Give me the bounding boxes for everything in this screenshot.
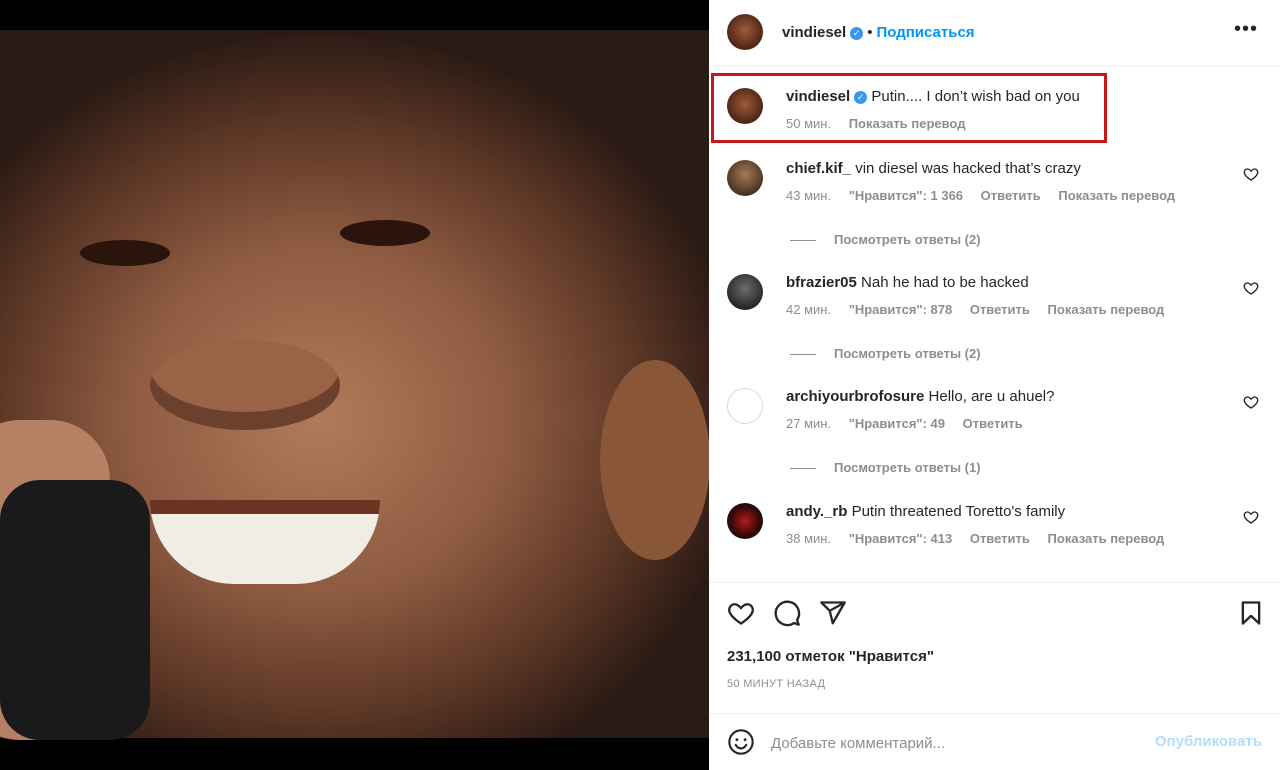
reply-button[interactable]: Ответить: [981, 188, 1041, 203]
comment-time[interactable]: 38 мин.: [786, 531, 831, 546]
comment-likes[interactable]: "Нравится": 49: [849, 416, 945, 431]
comments-list[interactable]: vindiesel ✓ Putin.... I don’t wish bad on…: [709, 67, 1280, 583]
comment-username[interactable]: andy._rb: [786, 503, 847, 520]
view-replies-button[interactable]: Посмотреть ответы (1): [790, 460, 981, 475]
comment-line: andy._rb Putin threatened Toretto's fami…: [786, 503, 1065, 520]
post-header: vindiesel ✓ • Подписаться •••: [709, 0, 1280, 67]
comment-meta: 38 мин. "Нравится": 413 Ответить Показат…: [786, 531, 1178, 546]
highlight-box: [711, 73, 1107, 143]
translate-link[interactable]: Показать перевод: [1058, 188, 1175, 203]
comment-line: bfrazier05 Nah he had to be hacked: [786, 274, 1029, 291]
comment-username[interactable]: archiyourbrofosure: [786, 388, 924, 405]
photo-shape-eye-left: [80, 240, 170, 266]
photo-shape-microphone: [0, 480, 150, 740]
caption-translate-link[interactable]: Показать перевод: [849, 116, 966, 131]
likes-count[interactable]: 231,100 отметок "Нравится": [727, 648, 934, 665]
post-side-panel: vindiesel ✓ • Подписаться ••• vindiesel ✓ Pu…: [709, 0, 1280, 770]
reply-button[interactable]: Ответить: [963, 416, 1023, 431]
emoji-icon[interactable]: [727, 728, 755, 756]
share-icon[interactable]: [819, 599, 847, 627]
caption-username[interactable]: vindiesel: [786, 88, 850, 105]
commenter-avatar[interactable]: [727, 503, 763, 539]
comment-like-heart-icon[interactable]: [1243, 280, 1259, 296]
view-replies-label[interactable]: Посмотреть ответы (2): [834, 346, 981, 361]
translate-link[interactable]: Показать перевод: [1048, 302, 1165, 317]
replies-dash: [790, 240, 816, 242]
publish-button[interactable]: Опубликовать: [1155, 733, 1262, 750]
comment-likes[interactable]: "Нравится": 413: [849, 531, 953, 546]
photo-shape-ear: [600, 360, 709, 560]
follow-button[interactable]: Подписаться: [876, 24, 974, 41]
comment-input[interactable]: [769, 728, 1133, 758]
photo-shape-nose: [150, 340, 340, 430]
comment-meta: 27 мин. "Нравится": 49 Ответить: [786, 416, 1037, 431]
caption-avatar[interactable]: [727, 88, 763, 124]
caption-time[interactable]: 50 мин.: [786, 116, 831, 131]
caption-text: Putin.... I don’t wish bad on you: [871, 88, 1080, 105]
author-row: vindiesel ✓ • Подписаться: [782, 24, 975, 41]
commenter-avatar[interactable]: [727, 274, 763, 310]
replies-dash: [790, 468, 816, 470]
more-options-icon[interactable]: •••: [1234, 18, 1258, 41]
comment-time[interactable]: 43 мин.: [786, 188, 831, 203]
commenter-avatar[interactable]: [727, 160, 763, 196]
post-timestamp[interactable]: 50 МИНУТ НАЗАД: [727, 678, 825, 690]
comment-text: Hello, are u ahuel?: [928, 388, 1055, 405]
comment-username[interactable]: chief.kif_: [786, 160, 851, 177]
caption-line: vindiesel ✓ Putin.... I don’t wish bad on…: [786, 88, 1080, 105]
comment-like-heart-icon[interactable]: [1243, 166, 1259, 182]
photo-shape-eye-right: [340, 220, 430, 246]
comment-time[interactable]: 27 мин.: [786, 416, 831, 431]
comment-composer: Опубликовать: [709, 714, 1280, 770]
view-replies-label[interactable]: Посмотреть ответы (2): [834, 232, 981, 247]
author-username[interactable]: vindiesel: [782, 24, 846, 41]
comment-line: archiyourbrofosure Hello, are u ahuel?: [786, 388, 1054, 405]
comment-like-heart-icon[interactable]: [1243, 394, 1259, 410]
comment-line: chief.kif_ vin diesel was hacked that’s …: [786, 160, 1081, 177]
separator-dot: •: [867, 24, 873, 41]
comment-text: Putin threatened Toretto's family: [851, 503, 1066, 520]
comment-text: vin diesel was hacked that’s crazy: [855, 160, 1081, 177]
author-avatar[interactable]: [727, 14, 763, 50]
view-replies-label[interactable]: Посмотреть ответы (1): [834, 460, 981, 475]
comment-text: Nah he had to be hacked: [861, 274, 1029, 291]
caption-meta: 50 мин. Показать перевод: [786, 116, 979, 131]
post-photo: [0, 30, 709, 740]
comment-meta: 43 мин. "Нравится": 1 366 Ответить Показ…: [786, 188, 1189, 203]
view-replies-button[interactable]: Посмотреть ответы (2): [790, 346, 981, 361]
commenter-avatar[interactable]: [727, 388, 763, 424]
comment-icon[interactable]: [773, 599, 801, 627]
comment-likes[interactable]: "Нравится": 1 366: [849, 188, 963, 203]
bookmark-icon[interactable]: [1237, 599, 1265, 627]
photo-shape-mouth: [150, 500, 380, 584]
comment-time[interactable]: 42 мин.: [786, 302, 831, 317]
comment-username[interactable]: bfrazier05: [786, 274, 857, 291]
post-actions: 231,100 отметок "Нравится" 50 МИНУТ НАЗА…: [709, 583, 1280, 714]
view-replies-button[interactable]: Посмотреть ответы (2): [790, 232, 981, 247]
comment-likes[interactable]: "Нравится": 878: [849, 302, 953, 317]
verified-icon: ✓: [850, 26, 864, 40]
comment-meta: 42 мин. "Нравится": 878 Ответить Показат…: [786, 302, 1178, 317]
verified-icon: ✓: [854, 90, 868, 104]
reply-button[interactable]: Ответить: [970, 531, 1030, 546]
reply-button[interactable]: Ответить: [970, 302, 1030, 317]
heart-icon[interactable]: [727, 599, 755, 627]
comment-like-heart-icon[interactable]: [1243, 509, 1259, 525]
translate-link[interactable]: Показать перевод: [1048, 531, 1165, 546]
replies-dash: [790, 354, 816, 356]
post-media[interactable]: [0, 0, 709, 770]
